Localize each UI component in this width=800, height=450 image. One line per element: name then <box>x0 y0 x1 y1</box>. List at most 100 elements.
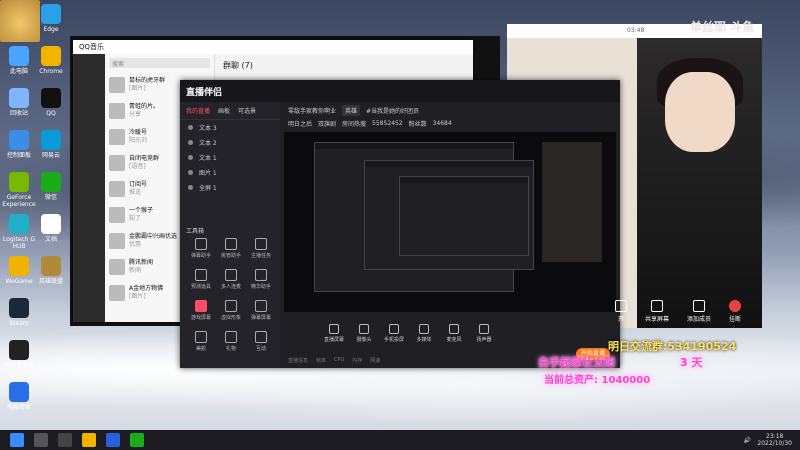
zb-taskbar-icon[interactable] <box>106 433 120 447</box>
desktop-icon[interactable]: 微信 <box>34 172 68 201</box>
desktop-icon-label: Steam <box>9 320 29 327</box>
scene-source-item[interactable]: 文本 3 <box>180 120 280 135</box>
zb-tab[interactable]: 画板 <box>218 106 230 115</box>
tool-label: 美颜 <box>195 346 206 352</box>
search-icon[interactable] <box>34 433 48 447</box>
zb-tab[interactable]: 可选景 <box>238 106 256 115</box>
desktop-icon[interactable]: 控制面板 <box>2 130 36 159</box>
chat-avatar <box>109 259 125 275</box>
scene-source-item[interactable]: 图片 1 <box>180 165 280 180</box>
live-companion-window[interactable]: 直播伴侣 我的直播 画板 可选景 文本 3 文本 2 文本 1 图片 1 全屏 1 工具箱 … <box>180 80 620 368</box>
desktop-icon[interactable]: QQ <box>34 88 68 117</box>
task-view-icon[interactable] <box>58 433 72 447</box>
toolbox-item[interactable]: 虚拟形象 <box>216 300 246 321</box>
toolbox-item[interactable]: 预测道具 <box>186 269 216 290</box>
desktop-icon[interactable]: 剪映专业版 <box>2 340 36 369</box>
qq-title-bar[interactable]: QQ音乐 <box>73 40 473 54</box>
control-icon <box>329 324 339 334</box>
desktop-icon[interactable]: 网易云 <box>34 130 68 159</box>
tool-icon <box>255 331 267 343</box>
volume-icon[interactable]: 🔊 <box>744 437 751 444</box>
toolbox-item[interactable]: 美颜 <box>186 331 216 352</box>
call-action-button[interactable]: 共享屏幕 <box>645 300 669 323</box>
eye-icon[interactable] <box>188 125 193 130</box>
eye-icon[interactable] <box>188 140 193 145</box>
call-action-button[interactable]: 开 <box>615 300 627 323</box>
desktop-icon[interactable]: Edge <box>34 4 68 33</box>
toolbox-item[interactable]: 房管助手 <box>216 238 246 259</box>
action-label: 开 <box>617 316 624 323</box>
toolbox-item[interactable]: 多人连麦 <box>216 269 246 290</box>
chat-text: 订阅号 推送 <box>129 181 147 197</box>
desktop-icon[interactable]: 回收站 <box>2 88 36 117</box>
stream-control-button[interactable]: 直播屏幕 <box>324 324 344 343</box>
chat-avatar <box>109 233 125 249</box>
app-icon <box>41 130 61 150</box>
desktop-icon[interactable]: GeForce Experience <box>2 172 36 208</box>
stream-control-button[interactable]: 多媒体 <box>414 324 434 343</box>
stream-control-button[interactable]: 扬声器 <box>474 324 494 343</box>
chat-preview: [图片] <box>129 293 146 300</box>
control-label: 扬声器 <box>476 337 492 343</box>
source-label: 全屏 1 <box>199 185 217 192</box>
camera-feed <box>637 38 762 328</box>
clock-time: 23:18 <box>766 433 784 440</box>
desktop-icon[interactable]: Steam <box>2 298 36 327</box>
desktop-icon[interactable]: 电脑管家 <box>2 382 36 411</box>
clock[interactable]: 23:18 2022/10/30 <box>757 433 792 447</box>
tool-icon <box>255 238 267 250</box>
app-icon <box>9 256 29 276</box>
eye-icon[interactable] <box>188 155 193 160</box>
app-icon <box>41 46 61 66</box>
chat-text: 自闭电竞群 [语音] <box>129 155 159 171</box>
toolbox-item[interactable]: 互动 <box>246 331 276 352</box>
desktop-icon[interactable]: 此电脑 <box>2 46 36 75</box>
toolbox-item[interactable]: 精华助手 <box>246 269 276 290</box>
eye-icon[interactable] <box>188 170 193 175</box>
chat-name: 一个猴子 <box>129 207 154 214</box>
desktop-icon[interactable]: 英雄联盟 <box>34 256 68 285</box>
room-stat: 房间热搜 <box>342 121 367 128</box>
control-icon <box>359 324 369 334</box>
tool-icon <box>225 331 237 343</box>
chat-preview: 优惠 <box>129 241 142 248</box>
stream-control-button[interactable]: 摄像头 <box>354 324 374 343</box>
desktop-icon-label: Chrome <box>39 68 63 75</box>
tool-icon <box>255 300 267 312</box>
chat-text: 腾讯新闻 新闻 <box>129 259 153 275</box>
qq-search-input[interactable]: 搜索 <box>109 58 210 68</box>
scene-source-item[interactable]: 文本 1 <box>180 150 280 165</box>
room-stat: 粉丝数 <box>408 121 427 128</box>
chrome-taskbar-icon[interactable] <box>82 433 96 447</box>
stream-control-button[interactable]: 麦克风 <box>444 324 464 343</box>
start-icon[interactable] <box>10 433 24 447</box>
title-overlay: 白手起家壮太阳 <box>538 356 615 369</box>
desktop-icon[interactable]: WeGame <box>2 256 36 285</box>
toolbox-item[interactable]: 弹幕助手 <box>186 238 216 259</box>
app-icon <box>9 172 29 192</box>
desktop-icon[interactable]: Logitech G HUB <box>2 214 36 250</box>
app-icon <box>9 130 29 150</box>
toolbox-item[interactable]: 弹幕屏幕 <box>246 300 276 321</box>
scene-source-item[interactable]: 全屏 1 <box>180 180 280 195</box>
action-icon <box>651 300 663 312</box>
call-action-button[interactable]: 挂断 <box>729 300 741 323</box>
eye-icon[interactable] <box>188 185 193 190</box>
scene-source-item[interactable]: 文本 2 <box>180 135 280 150</box>
app-icon <box>9 214 29 234</box>
desktop-icon-label: 控制面板 <box>6 152 31 159</box>
room-info: 零敌手家教你啊业 英雄 #当我是她的好团员 明日之后 双旗剧 房间热搜 5585245… <box>284 102 616 132</box>
desktop-icon[interactable]: 文档 <box>34 214 68 243</box>
wechat-taskbar-icon[interactable] <box>130 433 144 447</box>
toolbox-item[interactable]: 礼物 <box>216 331 246 352</box>
tool-icon <box>195 238 207 250</box>
desktop-icon[interactable]: Chrome <box>34 46 68 75</box>
stream-control-button[interactable]: 手机投屏 <box>384 324 404 343</box>
chat-avatar <box>109 207 125 223</box>
call-action-button[interactable]: 添加成员 <box>687 300 711 323</box>
toolbox-item[interactable]: 主播任务 <box>246 238 276 259</box>
zb-tab[interactable]: 我的直播 <box>186 106 210 115</box>
system-tray: 🔊 23:18 2022/10/30 <box>744 433 800 447</box>
toolbox-item[interactable]: 游戏屏幕 <box>186 300 216 321</box>
status-item: 内存 <box>352 358 363 364</box>
